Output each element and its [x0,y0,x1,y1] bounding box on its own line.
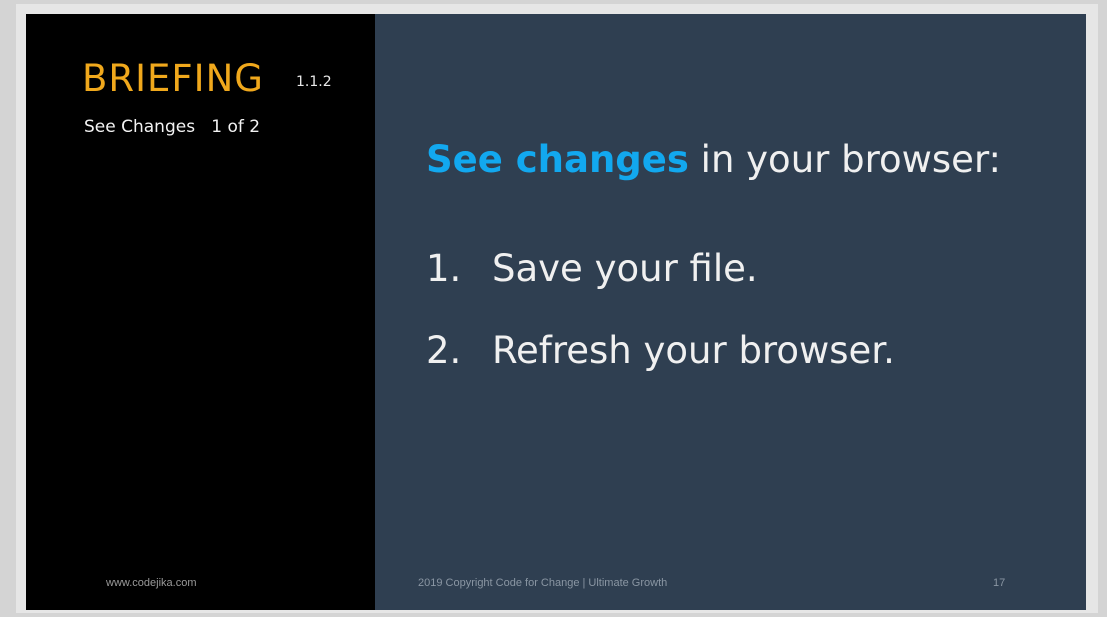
left-panel: BRIEFING 1.1.2 See Changes 1 of 2 www.co… [26,14,375,610]
step-number: 2. [426,329,462,372]
headline: See changes in your browser: [426,138,1001,182]
step-text: Save your file. [492,247,758,290]
list-item: 2. Refresh your browser. [426,332,895,414]
headline-rest: in your browser: [688,138,1001,181]
page-number: 17 [993,577,1006,589]
list-item: 1. Save your file. [426,250,895,332]
section-title: BRIEFING [82,57,264,100]
website-footer: www.codejika.com [106,577,197,589]
section-subtitle: See Changes 1 of 2 [84,117,261,137]
step-text: Refresh your browser. [492,329,895,372]
copyright-footer: 2019 Copyright Code for Change | Ultimat… [418,577,668,589]
section-number: 1.1.2 [296,74,332,90]
slide: BRIEFING 1.1.2 See Changes 1 of 2 www.co… [26,14,1086,610]
headline-accent: See changes [426,138,689,181]
step-number: 1. [426,247,462,290]
steps-list: 1. Save your file. 2. Refresh your brows… [426,250,895,414]
